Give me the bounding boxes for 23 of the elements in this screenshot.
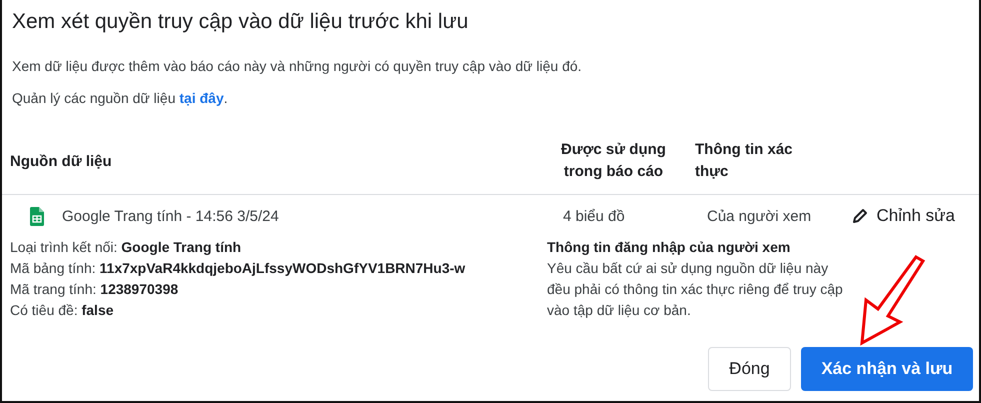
column-header: Được sử dụng trong báo cáo xyxy=(560,140,667,182)
detail-line: Mã bảng tính: 11x7xpVaR4kkdqjeboAjLfssyWODshGfYV1BRN7Hu3-w xyxy=(10,259,466,278)
edit-button[interactable]: Chỉnh sửa xyxy=(852,206,955,226)
dialog-title: Xem xét quyền truy cập vào dữ liệu trước khi lưu xyxy=(12,9,470,35)
detail-line: Có tiêu đề: false xyxy=(10,301,115,320)
detail-line: Mã trang tính: 1238970398 xyxy=(10,280,180,299)
credential-title: Thông tin đăng nhập của người xem xyxy=(547,238,792,257)
source-name: Google Trang tính - 14:56 3/5/24 xyxy=(62,208,279,224)
spreadsheet-icon xyxy=(30,206,44,226)
description-text: Xem dữ liệu được thêm vào báo cáo này và những người có quyền truy cập vào dữ liệu đó. xyxy=(12,58,583,74)
credential-description: vào tập dữ liệu cơ bản. xyxy=(547,301,692,320)
usage-count: 4 biểu đồ xyxy=(562,208,626,224)
credential-type: Của người xem xyxy=(707,208,812,224)
confirm-save-button[interactable]: Xác nhận và lưu xyxy=(801,347,973,391)
credential-description: Yêu cầu bất cứ ai sử dụng nguồn dữ liệu này xyxy=(547,259,830,278)
here-link[interactable]: tại đây xyxy=(179,90,224,106)
manage-sources-text: Quản lý các nguồn dữ liệu tại đây. xyxy=(12,90,229,106)
close-button[interactable]: Đóng xyxy=(708,347,791,391)
column-header: Nguồn dữ liệu xyxy=(10,152,113,172)
pencil-icon xyxy=(852,208,868,224)
credential-description: đều phải có thông tin xác thực riêng để truy cập xyxy=(547,280,844,299)
detail-line: Loại trình kết nối: Google Trang tính xyxy=(10,238,242,257)
column-header: Thông tin xác thực xyxy=(695,140,794,182)
